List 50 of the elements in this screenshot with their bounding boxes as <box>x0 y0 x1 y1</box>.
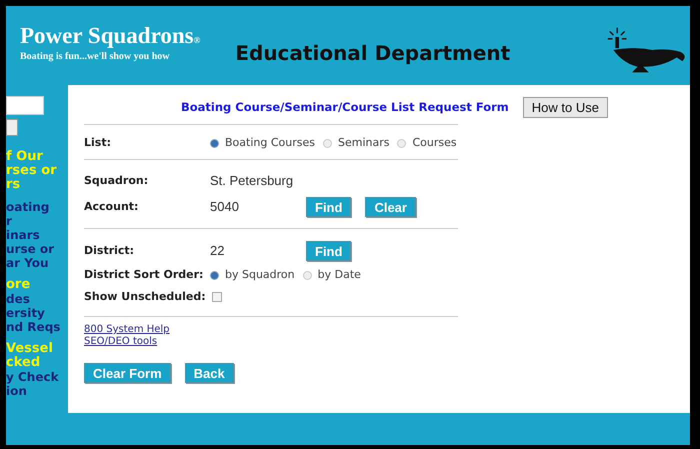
search-button[interactable] <box>6 119 18 136</box>
sidebar-link[interactable]: nd Reqs <box>6 320 68 334</box>
field-label: District Sort Order: <box>84 266 204 283</box>
help-button[interactable]: How to Use <box>522 97 608 118</box>
field-label: District: <box>84 242 136 259</box>
sidebar-link[interactable]: rs <box>6 178 68 192</box>
form-title: Boating Course/Seminar/Course List Request Form <box>181 98 509 116</box>
tagline: Boating is fun...we'll show you how <box>20 52 170 62</box>
sidebar-link[interactable]: rses or <box>6 164 68 178</box>
radio-label: Courses <box>412 134 457 151</box>
form-button[interactable]: Clear <box>365 197 416 217</box>
account-value: 5040 <box>210 198 240 216</box>
field-label: Account: <box>84 198 140 215</box>
field-label: List: <box>84 134 112 151</box>
form-button[interactable]: Find <box>306 197 352 217</box>
sidebar-link[interactable]: urse or <box>6 242 68 256</box>
checkbox[interactable] <box>212 292 222 302</box>
department-title: Educational Department <box>235 40 510 67</box>
radio-label: by Date <box>318 266 361 283</box>
radio-label: by Squadron <box>225 266 295 283</box>
sidebar-link[interactable]: f Our <box>6 150 68 164</box>
sidebar-link[interactable]: ersity <box>6 306 68 320</box>
sidebar-link[interactable]: cked <box>6 356 68 370</box>
radio-button[interactable] <box>397 138 406 148</box>
radio-button[interactable] <box>210 270 219 280</box>
radio-button[interactable] <box>302 270 312 280</box>
form-button[interactable]: Back <box>184 363 234 383</box>
org-title: Power Squadrons® <box>20 24 202 47</box>
radio-button[interactable] <box>210 138 219 148</box>
squadron-value: St. Petersburg <box>210 172 294 190</box>
sidebar-link[interactable]: ion <box>6 384 68 398</box>
sidebar-link[interactable]: oating <box>6 200 68 214</box>
sidebar-link[interactable]: Vessel <box>6 342 68 356</box>
help-link[interactable]: SEO/DEO tools <box>84 336 158 348</box>
sidebar-link[interactable]: r <box>6 214 68 228</box>
radio-label: Seminars <box>338 134 390 151</box>
sidebar-link[interactable]: des <box>6 292 68 306</box>
search-field[interactable] <box>6 96 44 115</box>
sidebar-link[interactable]: ar You <box>6 256 68 270</box>
radio-button[interactable] <box>322 138 332 148</box>
help-link[interactable]: 800 System Help <box>84 324 170 336</box>
district-value: 22 <box>210 242 226 260</box>
sidebar-link[interactable]: y Check <box>6 370 68 384</box>
form-button[interactable]: Find <box>306 241 352 261</box>
field-label: Show Unscheduled: <box>84 288 206 305</box>
form-button[interactable]: Clear Form <box>84 363 171 383</box>
field-label: Squadron: <box>84 172 150 189</box>
radio-label: Boating Courses <box>225 134 315 151</box>
sidebar-link[interactable]: inars <box>6 228 68 242</box>
sidebar-link[interactable]: ore <box>6 278 68 292</box>
